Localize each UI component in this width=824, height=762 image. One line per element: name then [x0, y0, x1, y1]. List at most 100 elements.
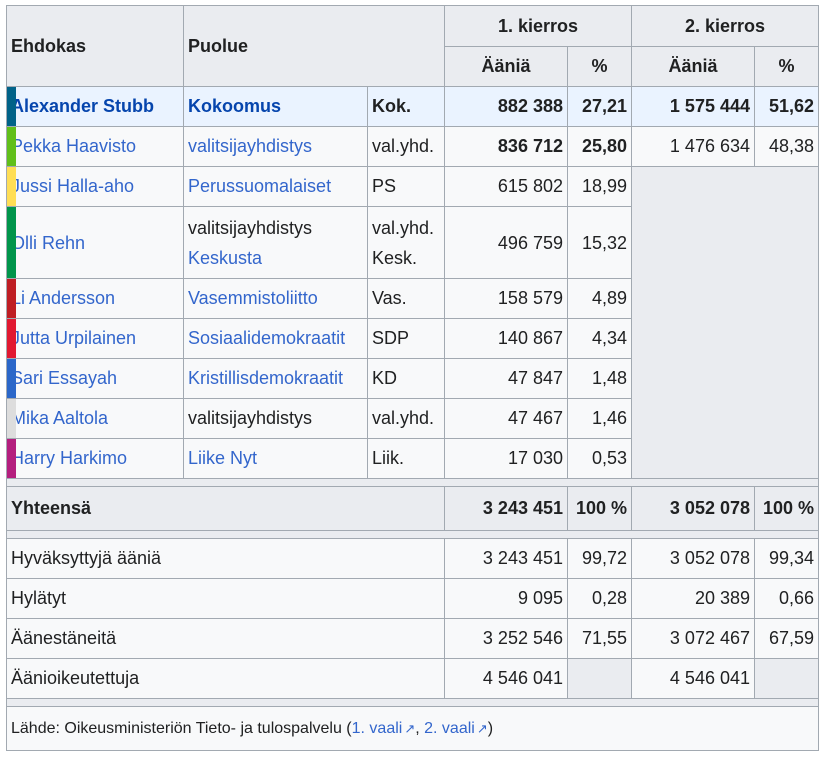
party-abbr: Kok.: [367, 86, 445, 127]
candidate-cell: Alexander Stubb: [6, 86, 184, 127]
party-abbr: SDP: [367, 318, 445, 359]
stats-row: Hyväksyttyjä ääniä 3 243 451 99,72 3 052…: [6, 538, 819, 579]
r1-percent: 15,32: [567, 206, 632, 279]
candidate-link[interactable]: Sari Essayah: [11, 368, 117, 388]
header-r2-percent: %: [754, 46, 819, 87]
total-r2-votes: 3 052 078: [631, 486, 755, 531]
party-link[interactable]: valitsijayhdistys: [188, 136, 312, 156]
stats-r1-votes: 4 546 041: [444, 658, 568, 699]
r2-percent: 51,62: [754, 86, 819, 127]
r1-votes: 496 759: [444, 206, 568, 279]
party-cell: valitsijayhdistys Keskusta: [183, 206, 368, 279]
external-link-icon: ↗: [476, 720, 488, 736]
r1-percent: 0,53: [567, 438, 632, 479]
party-cell: valitsijayhdistys: [183, 126, 368, 167]
source-link-round-1[interactable]: 1. vaali: [352, 720, 403, 737]
r1-votes: 158 579: [444, 278, 568, 319]
party-abbr: Liik.: [367, 438, 445, 479]
r2-votes: 1 476 634: [631, 126, 755, 167]
stats-r2-percent: 99,34: [754, 538, 819, 579]
candidate-row: Pekka Haavisto valitsijayhdistys val.yhd…: [6, 126, 819, 167]
party-abbr: PS: [367, 166, 445, 207]
separator-row: [6, 530, 819, 539]
party-color-bar: [7, 167, 16, 206]
header-r1-votes: Ääniä: [444, 46, 568, 87]
party-link[interactable]: Kristillisdemokraatit: [188, 368, 343, 388]
header-round-2: 2. kierros: [631, 5, 819, 47]
r1-percent: 4,34: [567, 318, 632, 359]
candidate-link[interactable]: Jutta Urpilainen: [11, 328, 136, 348]
candidate-link[interactable]: Harry Harkimo: [11, 448, 127, 468]
total-r2-percent: 100 %: [754, 486, 819, 531]
r1-percent: 1,48: [567, 358, 632, 399]
header-party: Puolue: [183, 5, 445, 87]
header-r1-percent: %: [567, 46, 632, 87]
candidate-cell: Jutta Urpilainen: [6, 318, 184, 359]
source-suffix: ): [487, 719, 494, 737]
candidate-cell: Sari Essayah: [6, 358, 184, 399]
candidate-link[interactable]: Mika Aaltola: [11, 408, 108, 428]
header-r2-votes: Ääniä: [631, 46, 755, 87]
source-cell: Lähde: Oikeusministeriön Tieto- ja tulos…: [6, 706, 819, 751]
stats-label: Äänestäneitä: [6, 618, 445, 659]
party-abbr: val.yhd.: [372, 217, 435, 238]
stats-r2-votes: 20 389: [631, 578, 755, 619]
r2-votes: 1 575 444: [631, 86, 755, 127]
party-cell: Vasemmistoliitto: [183, 278, 368, 319]
separator-row: [6, 478, 819, 487]
party-text: valitsijayhdistys: [188, 217, 313, 238]
stats-r2-percent-empty: [754, 658, 819, 699]
header-row-1: Ehdokas Puolue 1. kierros 2. kierros: [6, 5, 819, 87]
stats-label: Hyväksyttyjä ääniä: [6, 538, 445, 579]
party-color-bar: [7, 207, 16, 278]
party-cell: Sosiaalidemokraatit: [183, 318, 368, 359]
separator: [6, 530, 819, 539]
r1-votes: 17 030: [444, 438, 568, 479]
party-link[interactable]: Sosiaalidemokraatit: [188, 328, 345, 348]
party-link[interactable]: Keskusta: [188, 248, 262, 268]
party-cell: Kokoomus: [183, 86, 368, 127]
party-abbr-cell: val.yhd. Kesk.: [367, 206, 445, 279]
party-abbr: KD: [367, 358, 445, 399]
candidate-link[interactable]: Olli Rehn: [11, 233, 85, 253]
party-link[interactable]: Perussuomalaiset: [188, 176, 331, 196]
source-link-round-2[interactable]: 2. vaali: [424, 720, 475, 737]
stats-label: Hylätyt: [6, 578, 445, 619]
source-prefix: Lähde: Oikeusministeriön Tieto- ja tulos…: [11, 719, 352, 737]
separator: [6, 478, 819, 487]
candidate-link[interactable]: Jussi Halla-aho: [11, 176, 134, 196]
party-color-bar: [7, 319, 16, 358]
stats-r1-votes: 3 243 451: [444, 538, 568, 579]
candidate-cell: Pekka Haavisto: [6, 126, 184, 167]
party-abbr: Vas.: [367, 278, 445, 319]
stats-r1-percent: 0,28: [567, 578, 632, 619]
total-row: Yhteensä 3 243 451 100 % 3 052 078 100 %: [6, 486, 819, 531]
candidate-link[interactable]: Pekka Haavisto: [11, 136, 136, 156]
r1-percent: 4,89: [567, 278, 632, 319]
total-r1-percent: 100 %: [567, 486, 632, 531]
source-row: Lähde: Oikeusministeriön Tieto- ja tulos…: [6, 706, 819, 751]
stats-r2-percent: 0,66: [754, 578, 819, 619]
party-link[interactable]: Kokoomus: [188, 96, 281, 116]
party-color-bar: [7, 439, 16, 478]
stats-row: Äänestäneitä 3 252 546 71,55 3 072 467 6…: [6, 618, 819, 659]
total-label: Yhteensä: [6, 486, 445, 531]
party-abbr-2: Kesk.: [372, 247, 418, 268]
r1-votes: 47 467: [444, 398, 568, 439]
election-results-table: Ehdokas Puolue 1. kierros 2. kierros Ään…: [6, 5, 819, 751]
party-cell: Perussuomalaiset: [183, 166, 368, 207]
candidate-link[interactable]: Li Andersson: [11, 288, 115, 308]
stats-label: Äänioikeutettuja: [6, 658, 445, 699]
stats-r2-percent: 67,59: [754, 618, 819, 659]
r1-votes: 882 388: [444, 86, 568, 127]
r1-percent: 1,46: [567, 398, 632, 439]
party-link[interactable]: Vasemmistoliitto: [188, 288, 318, 308]
party-abbr: val.yhd.: [367, 398, 445, 439]
party-color-bar: [7, 87, 16, 126]
candidate-link[interactable]: Alexander Stubb: [11, 96, 154, 116]
stats-row: Äänioikeutettuja 4 546 041 4 546 041: [6, 658, 819, 699]
party-abbr: val.yhd.: [367, 126, 445, 167]
party-text: valitsijayhdistys: [188, 408, 313, 428]
header-candidate: Ehdokas: [6, 5, 184, 87]
party-link[interactable]: Liike Nyt: [188, 448, 257, 468]
